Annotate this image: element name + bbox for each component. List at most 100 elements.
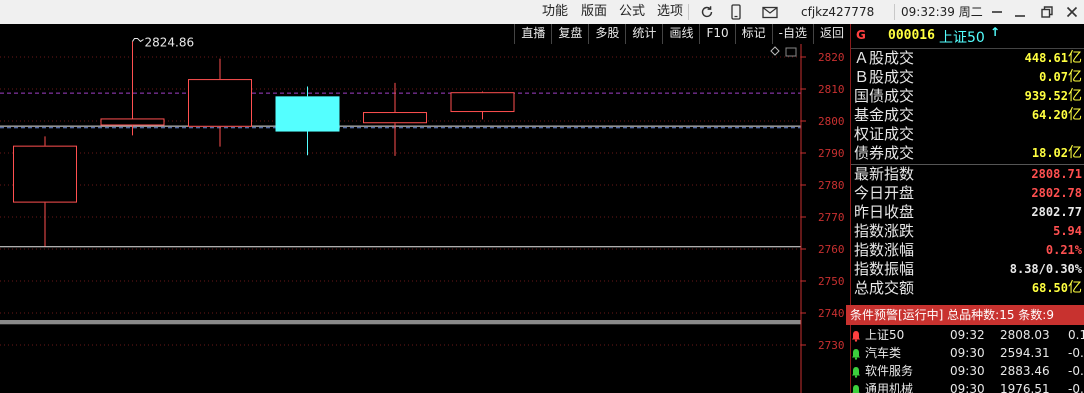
f10-button[interactable]: F10: [699, 24, 734, 44]
stat-label: 指数涨幅: [854, 240, 915, 259]
stat-value: 2802.77: [1031, 203, 1082, 222]
replay-button[interactable]: 复盘: [551, 24, 588, 44]
username: cfjkz427778: [801, 5, 875, 19]
close-icon[interactable]: [1063, 3, 1081, 21]
stat-label: 今日开盘: [854, 183, 915, 202]
stat-number: 0.07: [1039, 70, 1068, 85]
stat-label: 债券成交: [854, 144, 915, 163]
index-code: 000016: [888, 28, 935, 43]
alert-name: 上证50: [865, 328, 905, 342]
stat-value: 0.07亿: [1039, 68, 1082, 87]
menu-function[interactable]: 功能: [542, 3, 568, 21]
stat-number: 939.52: [1024, 89, 1068, 104]
stat-row: 指数涨幅 0.21%: [851, 241, 1084, 260]
stat-row: Ｂ股成交 0.07亿: [851, 68, 1084, 87]
minimize-icon[interactable]: [988, 3, 1006, 21]
alert-price: 2883.46: [1000, 364, 1050, 378]
alert-change: -0.2: [1068, 346, 1084, 360]
stat-row: Ａ股成交 448.61亿: [851, 49, 1084, 68]
alert-change: -0.7: [1068, 364, 1084, 378]
stat-label: 昨日收盘: [854, 202, 915, 221]
index-stats-list: 最新指数 2808.71 今日开盘 2802.78 昨日收盘 2802.77 指数涨跌 5.9…: [851, 165, 1084, 299]
stat-row: 国债成交 939.52亿: [851, 87, 1084, 106]
pane-separator[interactable]: [0, 320, 801, 324]
y-tick-label: 2740: [818, 307, 845, 320]
alert-name: 通用机械: [865, 382, 914, 393]
alert-time: 09:32: [950, 328, 985, 342]
stat-unit: 亿: [1068, 50, 1082, 66]
candle-body: [450, 92, 515, 113]
stat-number: 2808.71: [1031, 166, 1082, 181]
statistics-button[interactable]: 统计: [625, 24, 662, 44]
stat-label: 指数涨跌: [854, 221, 915, 240]
stat-unit: 亿: [1068, 88, 1082, 105]
y-tick-label: 2750: [818, 275, 845, 288]
alert-item[interactable]: 软件服务 09:30 2883.46 -0.7: [851, 362, 1084, 380]
y-tick-label: 2770: [818, 211, 845, 224]
draw-line-button[interactable]: 画线: [662, 24, 699, 44]
alert-change: -0.3: [1068, 382, 1084, 393]
stat-number: 68.50: [1031, 281, 1068, 296]
alert-item[interactable]: 汽车类 09:30 2594.31 -0.2: [851, 344, 1084, 362]
max-marker-icon: [132, 37, 144, 43]
candle: [100, 41, 165, 136]
quote-header: G 000016 上证50 ↑: [851, 24, 1084, 49]
kline-chart-area[interactable]: 2820 2810 2800 2790 2780 2770 2760 2750 2740 2730…: [0, 24, 850, 393]
alert-item[interactable]: 通用机械 09:30 1976.51 -0.3: [851, 380, 1084, 393]
restore-icon[interactable]: [1038, 3, 1056, 21]
stat-number: 0.21%: [1045, 242, 1082, 257]
stat-row: 指数涨跌 5.94: [851, 222, 1084, 241]
stat-row: 昨日收盘 2802.77: [851, 203, 1084, 222]
kline-chart[interactable]: 2820 2810 2800 2790 2780 2770 2760 2750 2740 2730…: [0, 24, 850, 393]
alert-price: 1976.51: [1000, 382, 1050, 393]
stat-unit: 亿: [1068, 107, 1082, 124]
live-button[interactable]: 直播: [514, 24, 551, 44]
phone-icon[interactable]: [727, 3, 745, 21]
remove-watchlist-button[interactable]: -自选: [771, 24, 813, 44]
y-tick-label: 2780: [818, 179, 845, 192]
stat-label: Ｂ股成交: [854, 68, 915, 87]
mark-button[interactable]: 标记: [734, 24, 772, 44]
stat-number: 2802.78: [1031, 185, 1082, 200]
refresh-icon[interactable]: [698, 3, 716, 21]
stat-value: 448.61亿: [1025, 49, 1082, 68]
alert-item[interactable]: 上证50 09:32 2808.03 0.1: [851, 326, 1084, 344]
quote-panel: G 000016 上证50 ↑ Ａ股成交 448.61亿 Ｂ股成交 0.07亿 国债成交…: [846, 24, 1084, 393]
expand-icon[interactable]: [785, 47, 797, 57]
minimize-window-icon[interactable]: [1011, 3, 1029, 21]
stat-label: Ａ股成交: [854, 49, 915, 67]
stat-value: 68.50亿: [1032, 279, 1082, 298]
stat-number: 5.94: [1053, 223, 1082, 238]
alert-price: 2594.31: [1000, 346, 1050, 360]
mail-icon[interactable]: [761, 3, 779, 21]
chart-toolbar: 直播 复盘 多股 统计 画线 F10 标记 -自选 返回: [514, 24, 850, 44]
stat-unit: 亿: [1068, 69, 1082, 86]
stat-row: 最新指数 2808.71: [851, 165, 1084, 184]
alert-price: 2808.03: [1000, 328, 1050, 342]
y-tick-label: 2730: [818, 339, 845, 352]
stat-unit: 亿: [1068, 145, 1082, 162]
menu-options[interactable]: 选项: [657, 3, 683, 21]
divider: [894, 4, 895, 20]
candle-body: [363, 112, 427, 124]
index-name: 上证50: [939, 30, 985, 46]
multi-stock-button[interactable]: 多股: [588, 24, 625, 44]
candle: [275, 86, 340, 156]
stat-number: 64.20: [1031, 108, 1068, 123]
pane-separator-shadow: [0, 324, 801, 325]
candle: [363, 82, 427, 156]
stat-value: 18.02亿: [1032, 144, 1082, 163]
stat-number: 18.02: [1031, 146, 1068, 161]
diamond-icon[interactable]: [770, 46, 780, 56]
stat-label: 国债成交: [854, 87, 915, 106]
y-tick-label: 2760: [818, 243, 845, 256]
menu-formula[interactable]: 公式: [619, 3, 645, 21]
back-button[interactable]: 返回: [812, 24, 850, 44]
menu-layout[interactable]: 版面: [581, 3, 607, 21]
stat-value: 2808.71: [1031, 165, 1082, 184]
y-tick-label: 2810: [818, 83, 845, 96]
candle-body: [13, 145, 77, 203]
candle-body: [275, 96, 340, 132]
stat-unit: 亿: [1068, 280, 1082, 297]
condition-alert-header[interactable]: 条件预警[运行中] 总品种数:15 条数:9: [846, 305, 1084, 325]
